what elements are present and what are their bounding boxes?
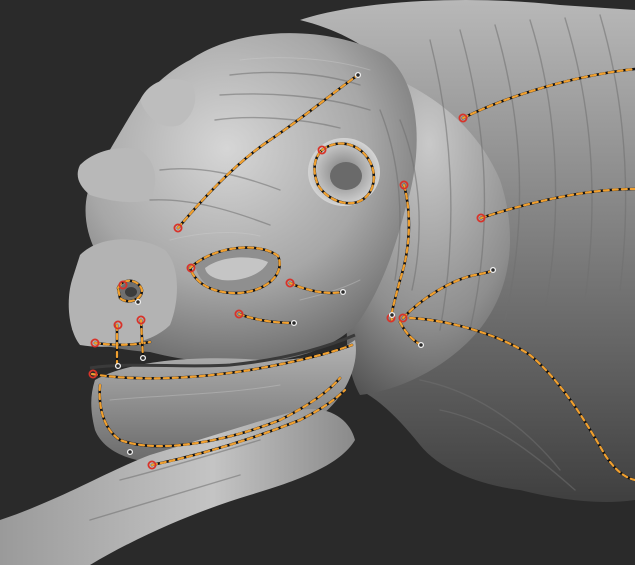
creature-ear-canal [330,162,362,190]
sculpt-canvas[interactable] [0,0,635,565]
creature-nostril-inner [125,287,137,297]
white-end-point[interactable] [339,288,347,296]
white-end-point[interactable] [489,266,497,274]
white-end-point[interactable] [290,319,298,327]
white-end-point[interactable] [126,448,134,456]
white-end-point[interactable] [354,71,362,79]
white-end-point[interactable] [139,354,147,362]
sculpt-viewport[interactable] [0,0,635,565]
white-end-point[interactable] [134,298,142,306]
white-end-point[interactable] [114,362,122,370]
white-end-point[interactable] [388,311,396,319]
white-end-point[interactable] [417,341,425,349]
